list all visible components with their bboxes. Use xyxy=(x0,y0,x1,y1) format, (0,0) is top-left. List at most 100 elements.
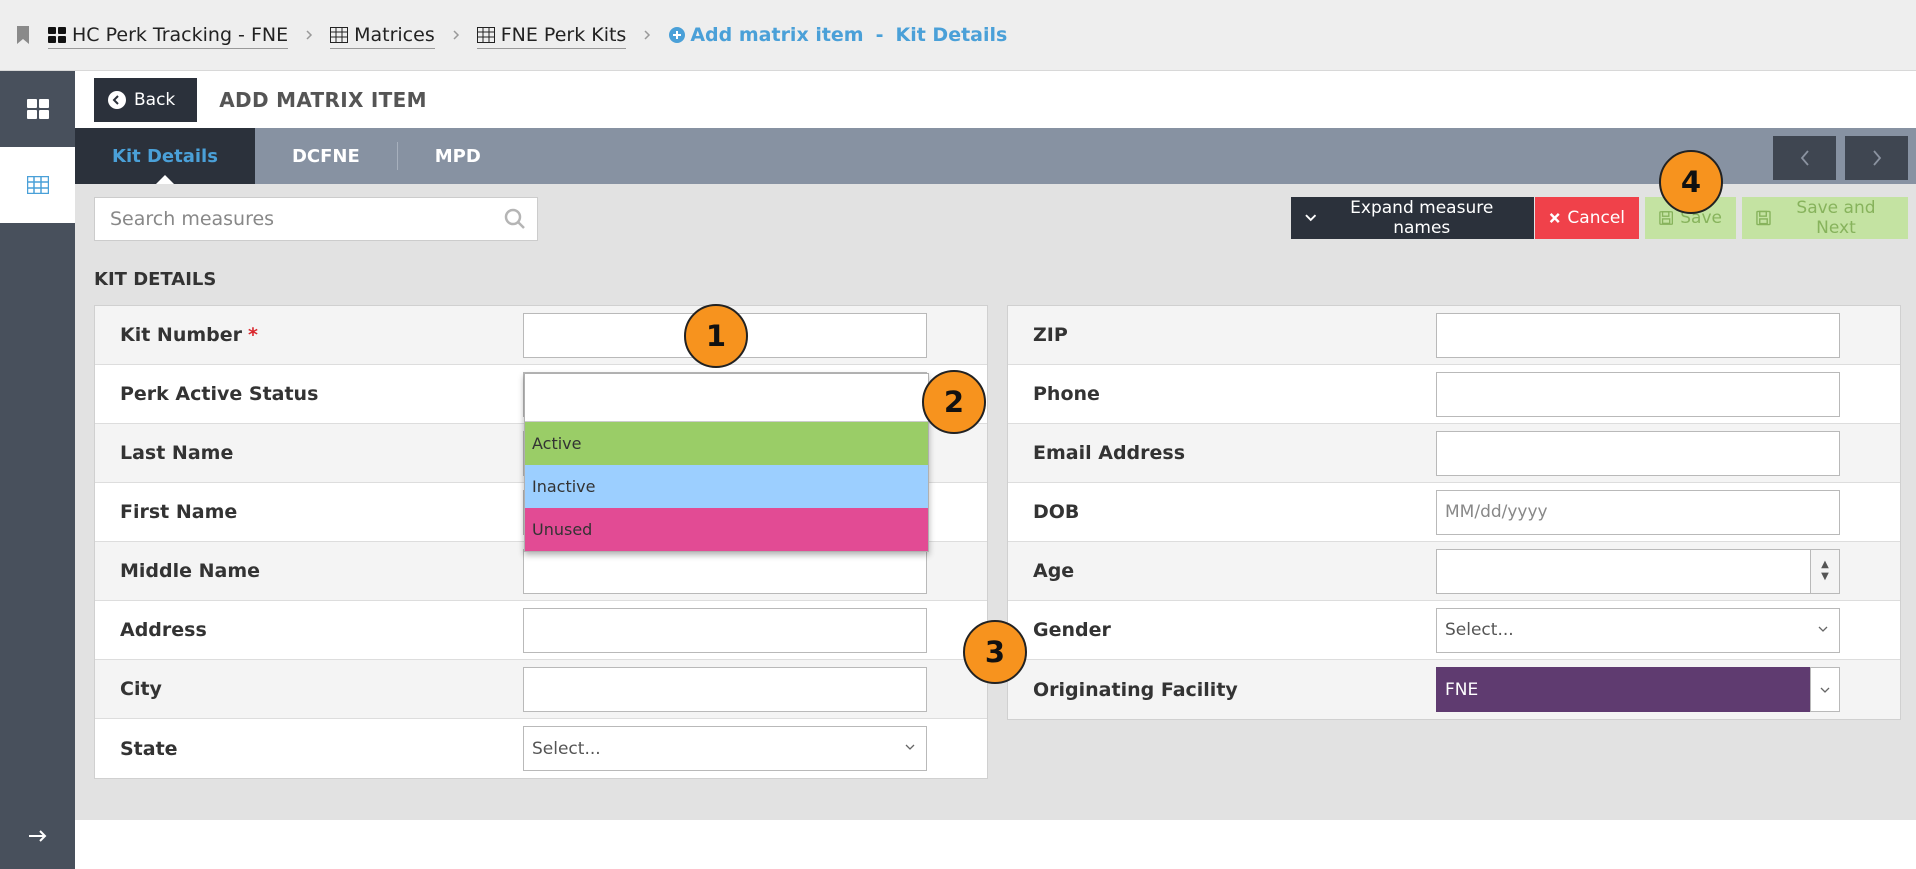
page-header: Back ADD MATRIX ITEM xyxy=(75,71,1916,128)
field-row-gender: Gender Select... xyxy=(1008,601,1900,660)
section-title: KIT DETAILS xyxy=(94,269,217,290)
search-box xyxy=(94,197,538,241)
field-label: Address xyxy=(120,619,207,641)
city-input[interactable] xyxy=(523,666,927,712)
callout-1: 1 xyxy=(684,304,748,368)
cancel-button[interactable]: Cancel xyxy=(1535,197,1639,239)
floppy-disk-icon xyxy=(1756,210,1771,226)
save-and-next-label: Save and Next xyxy=(1796,198,1876,238)
middle-name-input[interactable] xyxy=(523,548,927,594)
save-and-next-button[interactable]: Save and Next xyxy=(1742,197,1908,239)
nav-dashboard[interactable] xyxy=(0,71,75,147)
form-content: KIT DETAILS Kit Number * Perk Active Stat… xyxy=(75,246,1916,820)
breadcrumb-matrices[interactable]: Matrices xyxy=(330,24,435,49)
field-row-address: Address xyxy=(95,601,987,660)
field-label: City xyxy=(120,678,162,700)
prev-button[interactable] xyxy=(1773,136,1836,180)
nav-matrices[interactable] xyxy=(0,147,75,223)
age-input[interactable]: ▲ ▼ xyxy=(1436,548,1840,594)
field-label: ZIP xyxy=(1033,324,1068,346)
field-label: State xyxy=(120,737,178,760)
table-icon xyxy=(26,176,49,194)
chevron-right-icon xyxy=(453,30,459,40)
left-nav xyxy=(0,71,75,869)
field-label: Phone xyxy=(1033,383,1100,405)
expand-label: Expand measure names xyxy=(1350,198,1494,238)
plus-circle-icon xyxy=(669,27,686,43)
breadcrumb-bar: HC Perk Tracking - FNE Matrices FNE Perk… xyxy=(0,0,1916,71)
dropdown-search-input[interactable] xyxy=(525,374,928,422)
originating-facility-select[interactable]: FNE xyxy=(1436,667,1840,712)
tab-dcfne[interactable]: DCFNE xyxy=(255,128,397,184)
dob-input[interactable]: MM/dd/yyyy xyxy=(1436,489,1840,535)
form-column-right: ZIP Phone Email Address DOB MM/dd/yyyy A… xyxy=(1007,305,1901,720)
callout-3: 3 xyxy=(963,620,1027,684)
number-stepper[interactable]: ▲ ▼ xyxy=(1810,548,1840,594)
field-row-zip: ZIP xyxy=(1008,306,1900,365)
callout-4: 4 xyxy=(1659,150,1723,214)
required-marker: * xyxy=(248,324,258,346)
close-icon xyxy=(1549,213,1560,223)
address-input[interactable] xyxy=(523,607,927,653)
field-label: Middle Name xyxy=(120,560,261,582)
dropdown-option-inactive[interactable]: Inactive xyxy=(525,465,928,508)
phone-input[interactable] xyxy=(1436,371,1840,417)
select-value: FNE xyxy=(1445,679,1479,700)
breadcrumb-current-label: Kit Details xyxy=(895,24,1008,46)
chevron-left-icon xyxy=(1800,150,1809,166)
field-row-originating-facility: Originating Facility FNE xyxy=(1008,660,1900,719)
search-icon[interactable] xyxy=(503,207,527,231)
dropdown-toggle[interactable] xyxy=(1810,667,1840,712)
field-row-dob: DOB MM/dd/yyyy xyxy=(1008,483,1900,542)
breadcrumb-dash: - xyxy=(875,24,884,46)
field-row-city: City xyxy=(95,660,987,719)
back-button[interactable]: Back xyxy=(94,77,198,122)
email-address-input[interactable] xyxy=(1436,430,1840,476)
chevron-right-icon xyxy=(306,30,313,40)
chevron-down-icon xyxy=(1820,687,1830,693)
state-select[interactable]: Select... xyxy=(523,726,927,771)
chevron-down-icon xyxy=(905,744,915,750)
tab-kit-details[interactable]: Kit Details xyxy=(75,128,255,184)
breadcrumb-fne-perk-kits[interactable]: FNE Perk Kits xyxy=(476,24,627,49)
dropdown-option-unused[interactable]: Unused xyxy=(525,508,928,551)
arrow-right-icon xyxy=(28,830,46,842)
zip-input[interactable] xyxy=(1436,312,1840,358)
field-row-phone: Phone xyxy=(1008,365,1900,424)
field-label: First Name xyxy=(120,501,238,523)
chevron-down-icon xyxy=(1818,626,1828,632)
back-arrow-icon xyxy=(108,90,126,109)
field-label: Originating Facility xyxy=(1033,678,1238,701)
tab-bar: Kit Details DCFNE MPD xyxy=(75,128,1916,184)
bookmark-icon[interactable] xyxy=(16,26,30,44)
cancel-label: Cancel xyxy=(1567,208,1625,228)
field-label: Email Address xyxy=(1033,442,1186,464)
dashboard-icon xyxy=(48,26,66,43)
select-value: Select... xyxy=(532,738,601,759)
table-icon xyxy=(476,26,495,43)
dropdown-option-active[interactable]: Active xyxy=(525,422,928,465)
tab-mpd[interactable]: MPD xyxy=(398,128,518,184)
breadcrumb-action-label: Add matrix item xyxy=(690,24,864,46)
field-row-state: State Select... xyxy=(95,719,987,778)
gender-select[interactable]: Select... xyxy=(1436,607,1840,653)
nav-expand[interactable] xyxy=(0,811,75,861)
perk-active-status-dropdown: Active Inactive Unused xyxy=(524,373,929,552)
toolbar: Expand measure names Cancel Save Save an… xyxy=(75,184,1916,246)
pager xyxy=(1773,136,1908,180)
chevron-down-icon xyxy=(1305,214,1317,222)
chevron-right-icon xyxy=(644,30,651,40)
field-label: Last Name xyxy=(120,442,234,464)
search-input[interactable] xyxy=(95,208,475,230)
tab-label: DCFNE xyxy=(291,145,360,167)
increment-icon[interactable]: ▲ xyxy=(1821,559,1829,571)
field-label: Perk Active Status xyxy=(120,383,319,405)
breadcrumb-hc-perk-tracking[interactable]: HC Perk Tracking - FNE xyxy=(48,24,289,49)
field-label: Age xyxy=(1033,560,1075,582)
next-button[interactable] xyxy=(1845,136,1908,180)
decrement-icon[interactable]: ▼ xyxy=(1821,571,1829,583)
callout-2: 2 xyxy=(922,370,986,434)
expand-measure-names-button[interactable]: Expand measure names xyxy=(1291,197,1534,239)
tab-label: Kit Details xyxy=(112,145,218,167)
field-label: Kit Number * xyxy=(120,324,258,346)
